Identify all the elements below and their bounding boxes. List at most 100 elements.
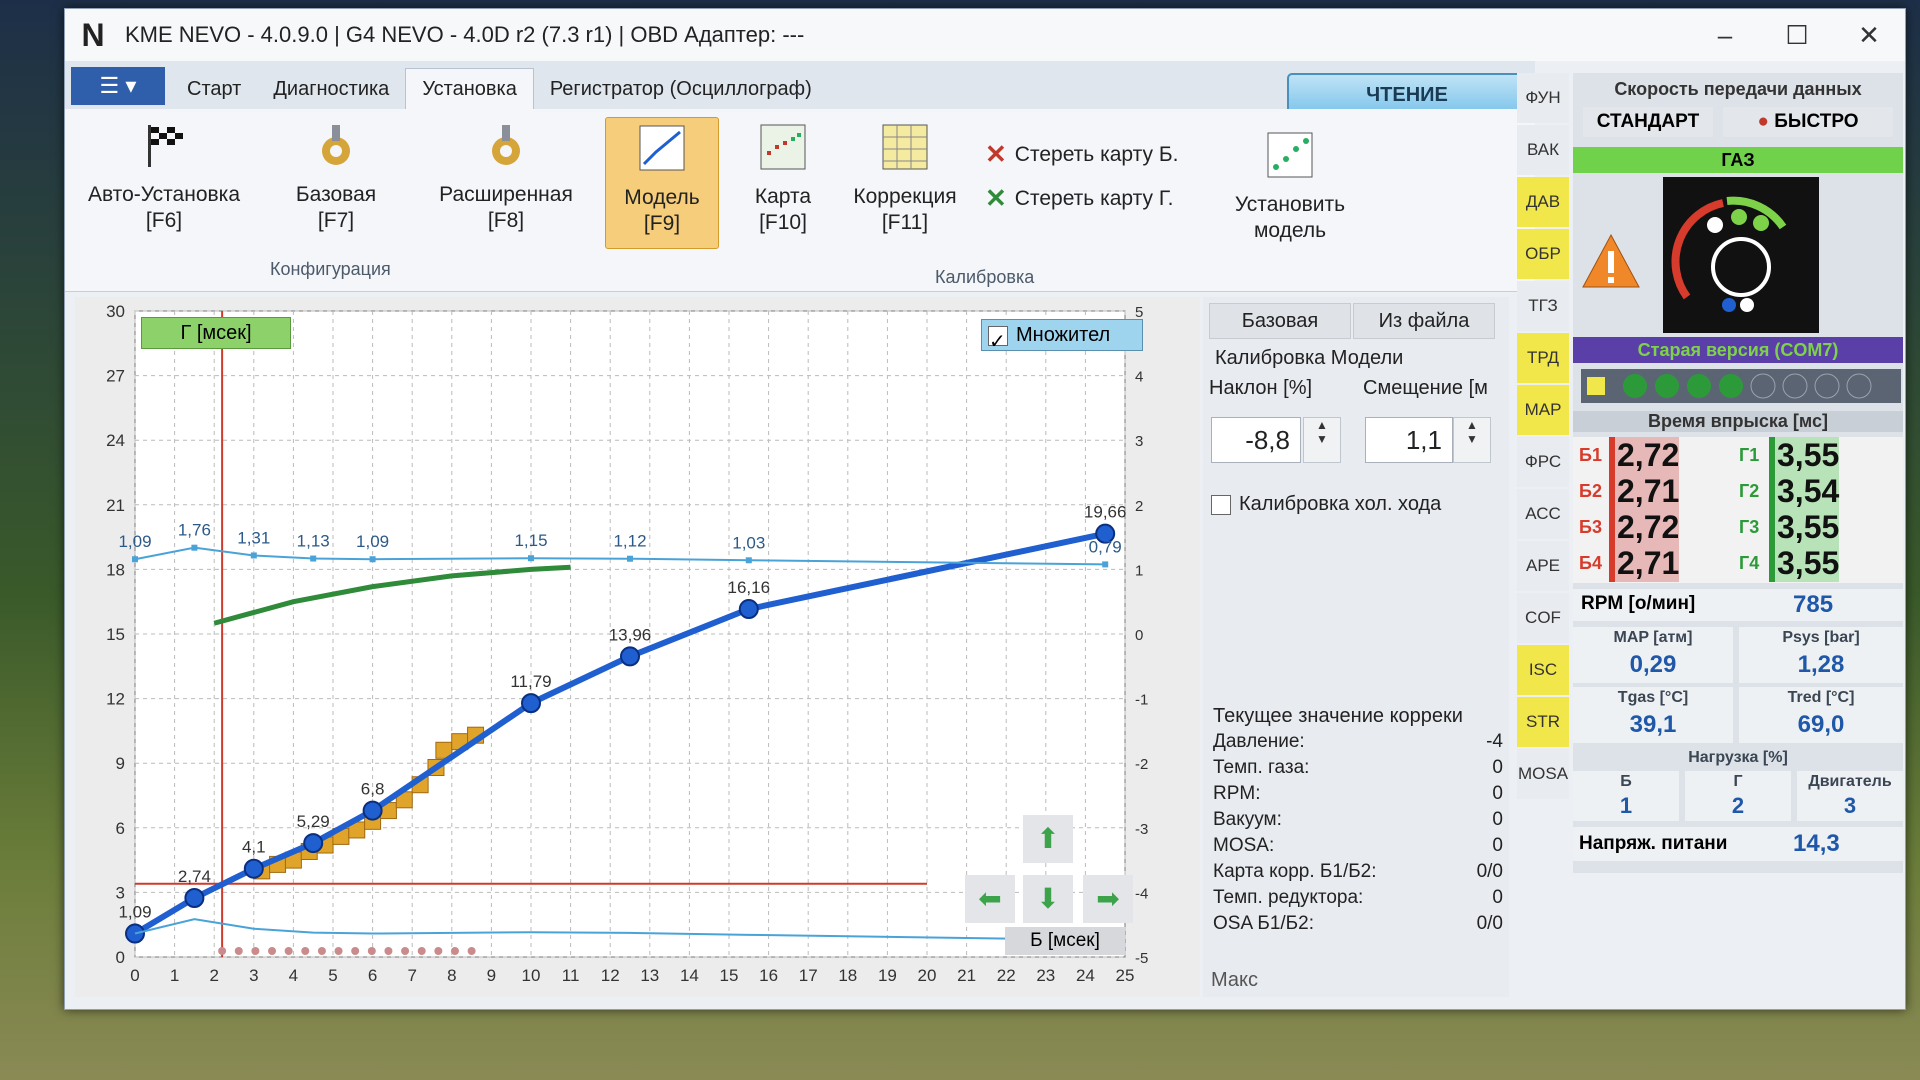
idle-calibration-checkbox[interactable]: Калибровка хол. хода [1211, 493, 1441, 516]
base-button[interactable]: Базовая [1209, 303, 1351, 339]
side-button-тгз[interactable]: ТГЗ [1517, 281, 1569, 331]
x-tick-label: 9 [487, 966, 496, 985]
status-panel: Скорость передачи данных СТАНДАРТ ● БЫСТ… [1573, 73, 1903, 873]
voltage-value: 14,3 [1793, 830, 1840, 857]
tab-start[interactable]: Старт [171, 69, 257, 109]
y-tick-label: 6 [116, 819, 125, 838]
multiplier-checkbox[interactable]: ✓ Множител [981, 319, 1143, 353]
arrow-up-icon: ⬆ [1036, 823, 1060, 854]
y2-tick-label: 4 [1135, 369, 1143, 386]
tred-label: Tred [°C] [1787, 689, 1855, 706]
app-logo: N [81, 16, 105, 53]
base-config-button[interactable]: Базовая [F7] [281, 121, 391, 234]
side-button-str[interactable]: STR [1517, 697, 1569, 747]
side-button-фрс[interactable]: ФРС [1517, 437, 1569, 487]
rpm-row: RPM [о/мин] 785 [1573, 589, 1903, 621]
y-tick-label: 0 [116, 948, 125, 967]
arrow-left-button[interactable]: ⬅ [965, 875, 1015, 923]
arrow-down-button[interactable]: ⬇ [1023, 875, 1073, 923]
model-point-label: 4,1 [242, 838, 266, 857]
injector-label: Г2 [1739, 481, 1760, 501]
side-button-cof[interactable]: COF [1517, 593, 1569, 643]
close-button[interactable]: ✕ [1833, 9, 1905, 61]
offset-input[interactable]: 1,1 [1365, 417, 1453, 463]
y2-tick-label: -5 [1135, 950, 1148, 967]
correction-value: 0 [1492, 757, 1503, 778]
y-tick-label: 3 [116, 883, 125, 902]
model-point-label: 1,09 [118, 903, 151, 922]
side-button-асс[interactable]: АСС [1517, 489, 1569, 539]
extended-config-button[interactable]: Расширенная [F8] [421, 121, 591, 234]
slope-spinner[interactable]: ▲ ▼ [1303, 417, 1341, 463]
side-button-фун[interactable]: ФУН [1517, 73, 1569, 123]
side-button-трд[interactable]: ТРД [1517, 333, 1569, 383]
model-calibration-panel: Базовая Из файла Калибровка Модели Накло… [1203, 297, 1509, 997]
map-key: [F10] [759, 211, 807, 234]
side-button-обр[interactable]: ОБР [1517, 229, 1569, 279]
clear-map-b-button[interactable]: ✕ Стереть карту Б. [985, 139, 1178, 170]
correction-button[interactable]: Коррекция [F11] [837, 123, 973, 236]
main-window: N KME NEVO - 4.0.9.0 | G4 NEVO - 4.0D r2… [64, 8, 1906, 1010]
calibration-chart[interactable]: 0 1 2 3 4 5 6 7 8 9 10 11 12 13 14 15 16 17 18 19 20 21 22 23 24… [75, 297, 1200, 997]
map-button[interactable]: Карта [F10] [733, 123, 833, 236]
auto-setup-button[interactable]: Авто-Установка [F6] [79, 121, 249, 234]
slope-input[interactable]: -8,8 [1211, 417, 1301, 463]
speed-label: Скорость передачи данных [1614, 79, 1862, 99]
idle-check-icon [1211, 494, 1231, 515]
side-button-map[interactable]: MAP [1517, 385, 1569, 435]
x-tick-label: 4 [289, 966, 298, 985]
model-point-label: 6,8 [361, 780, 385, 799]
x-tick-label: 21 [957, 966, 976, 985]
multiplier-label: 1,03 [732, 533, 765, 552]
maximize-button[interactable]: ☐ [1761, 9, 1833, 61]
tred-cell: Tred [°C] 69,0 [1739, 687, 1903, 743]
title-bar: N KME NEVO - 4.0.9.0 | G4 NEVO - 4.0D r2… [65, 9, 1905, 61]
bottom-marker [334, 947, 343, 955]
correction-key: OSA Б1/Б2: [1213, 913, 1314, 934]
side-button-аре[interactable]: АРЕ [1517, 541, 1569, 591]
side-button-isc[interactable]: ISC [1517, 645, 1569, 695]
x-tick-label: 2 [209, 966, 218, 985]
correction-key: Давление: [1213, 731, 1305, 752]
bottom-marker [401, 947, 410, 955]
menu-icon: ☰ ▾ [99, 73, 137, 98]
tab-recorder[interactable]: Регистратор (Осциллограф) [534, 69, 828, 109]
standard-button[interactable]: СТАНДАРТ [1583, 107, 1713, 137]
tgas-label: Tgas [°C] [1617, 689, 1689, 706]
function-sidebar: ФУН ВАК ДАВ ОБР ТГЗ ТРД MAP ФРС АСС АРЕ COF ISC STR M… [1517, 73, 1569, 833]
arrow-right-button[interactable]: ➡ [1083, 875, 1133, 923]
set-model-button[interactable]: Установить модель [1215, 131, 1365, 244]
x-tick-label: 8 [447, 966, 456, 985]
multiplier-label: Множител [1016, 324, 1111, 346]
correction-key: [F11] [881, 211, 929, 234]
gear-icon [492, 125, 520, 165]
multiplier-label: 0,79 [1089, 537, 1122, 556]
clear-map-b-label: Стереть карту Б. [1014, 142, 1179, 166]
model-chart-icon [639, 125, 685, 171]
tred-value: 69,0 [1797, 711, 1845, 738]
offset-spinner[interactable]: ▲ ▼ [1453, 417, 1491, 463]
side-button-вак[interactable]: ВАК [1517, 125, 1569, 175]
arrow-up-button[interactable]: ⬆ [1023, 815, 1073, 863]
minimize-button[interactable]: – [1689, 9, 1761, 61]
model-button[interactable]: Модель [F9] [605, 117, 719, 249]
x-tick-label: 19 [878, 966, 897, 985]
clear-map-g-button[interactable]: ✕ Стереть карту Г. [985, 183, 1173, 214]
side-button-mosa[interactable]: MOSA [1517, 749, 1569, 799]
slope-label: Наклон [%] [1209, 377, 1313, 399]
correction-key: Темп. редуктора: [1213, 887, 1364, 908]
side-button-дав[interactable]: ДАВ [1517, 177, 1569, 227]
bottom-marker [384, 947, 393, 955]
offset-label: Смещение [м [1363, 377, 1488, 399]
bottom-marker [467, 947, 476, 955]
from-file-button[interactable]: Из файла [1353, 303, 1495, 339]
app-menu-button[interactable]: ☰ ▾ [71, 67, 165, 105]
x-tick-label: 25 [1116, 966, 1135, 985]
correction-row: MOSA: 0 [1213, 835, 1503, 857]
load-b-label: Б [1620, 773, 1632, 790]
fast-button[interactable]: ● БЫСТРО [1723, 107, 1893, 137]
bottom-marker [268, 947, 277, 955]
tab-diagnostics[interactable]: Диагностика [257, 69, 405, 109]
table-icon [882, 124, 928, 170]
tab-installation[interactable]: Установка [405, 68, 534, 109]
